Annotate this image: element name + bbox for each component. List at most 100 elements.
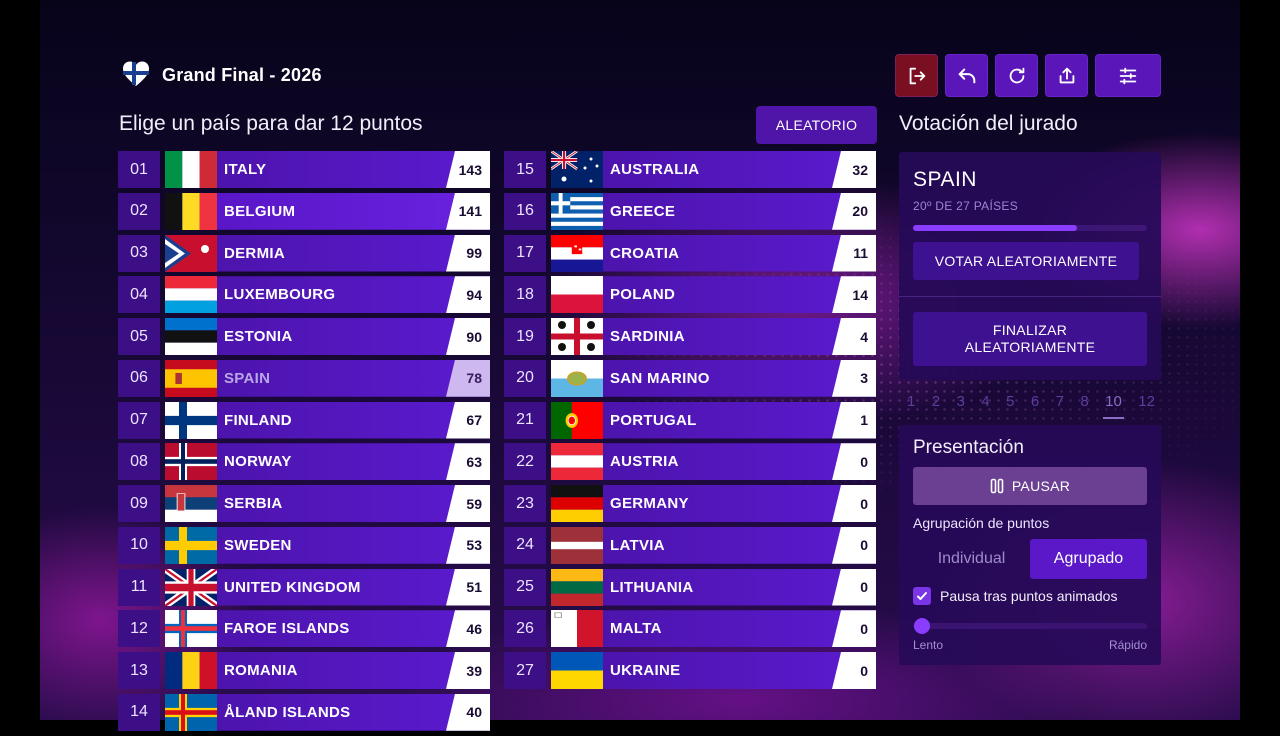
country-row-faroe[interactable]: 12 FAROE ISLANDS 46 — [118, 610, 490, 648]
flag-finland-icon — [165, 401, 217, 439]
flag-luxembourg-icon — [165, 276, 217, 314]
undo-button[interactable] — [945, 54, 988, 97]
country-rank: 20 — [504, 359, 546, 397]
pause-button[interactable]: PAUSAR — [913, 467, 1147, 505]
pause-label: PAUSAR — [1011, 478, 1071, 494]
exit-button[interactable] — [895, 54, 938, 97]
finish-randomly-label-line2: ALEATORIAMENTE — [964, 339, 1096, 355]
country-row-finland[interactable]: 07 FINLAND 67 — [118, 401, 490, 439]
country-row-italy[interactable]: 01 ITALY 143 — [118, 151, 490, 188]
reload-button[interactable] — [995, 54, 1038, 97]
flag-lithuania-icon — [551, 568, 603, 606]
pause-after-animated-row[interactable]: Pausa tras puntos animados — [913, 587, 1117, 605]
country-name: UNITED KINGDOM — [224, 578, 361, 596]
country-name: GREECE — [610, 202, 676, 220]
country-row-poland[interactable]: 18 POLAND 14 — [504, 276, 876, 314]
country-name: NORWAY — [224, 453, 292, 471]
share-button[interactable] — [1045, 54, 1088, 97]
grouping-label: Agrupación de puntos — [913, 515, 1050, 531]
divider — [899, 296, 1161, 297]
random-button[interactable]: ALEATORIO — [756, 106, 877, 144]
flag-austria-icon — [551, 443, 603, 481]
country-row-germany[interactable]: 23 GERMANY 0 — [504, 485, 876, 522]
flag-latvia-icon — [551, 526, 603, 564]
choose-country-heading: Elige un país para dar 12 puntos — [119, 112, 423, 135]
country-rank: 04 — [118, 276, 160, 314]
country-rank: 12 — [118, 610, 160, 648]
country-rank: 24 — [504, 526, 546, 564]
country-name: AUSTRALIA — [610, 161, 700, 178]
country-name: SAN MARINO — [610, 369, 710, 387]
country-row-aland[interactable]: 14 ÅLAND ISLANDS 40 — [118, 693, 490, 731]
country-row-belgium[interactable]: 02 BELGIUM 141 — [118, 192, 490, 230]
points-value-5: 5 — [1006, 393, 1015, 410]
country-name: BELGIUM — [224, 202, 296, 220]
points-scale: 1 2 3 4 5 6 7 8 10 12 — [899, 393, 1161, 419]
country-rank: 21 — [504, 401, 546, 439]
points-value-8: 8 — [1080, 393, 1089, 410]
country-name: UKRAINE — [610, 662, 681, 679]
country-rank: 23 — [504, 485, 546, 522]
presentation-panel: Presentación PAUSAR Agrupación de puntos… — [899, 425, 1161, 665]
country-rank: 02 — [118, 192, 160, 230]
jury-vote-heading: Votación del jurado — [899, 112, 1078, 135]
country-row-estonia[interactable]: 05 ESTONIA 90 — [118, 318, 490, 355]
country-row-romania[interactable]: 13 ROMANIA 39 — [118, 652, 490, 689]
settings-button[interactable] — [1095, 54, 1161, 97]
country-row-austria[interactable]: 22 AUSTRIA 0 — [504, 443, 876, 481]
points-value-7: 7 — [1055, 393, 1064, 410]
country-name: MALTA — [610, 620, 662, 638]
country-rank: 17 — [504, 234, 546, 272]
points-value-10: 10 — [1103, 393, 1124, 419]
country-row-spain[interactable]: 06 SPAIN 78 — [118, 359, 490, 397]
voting-country: SPAIN — [913, 168, 977, 191]
country-row-portugal[interactable]: 21 PORTUGAL 1 — [504, 401, 876, 439]
country-name: FAROE ISLANDS — [224, 620, 350, 638]
country-rank: 03 — [118, 234, 160, 272]
undo-icon — [958, 68, 975, 83]
country-row-serbia[interactable]: 09 SERBIA 59 — [118, 485, 490, 522]
flag-poland-icon — [551, 276, 603, 314]
individual-option[interactable]: Individual — [913, 539, 1030, 579]
country-row-ukraine[interactable]: 27 UKRAINE 0 — [504, 652, 876, 689]
speed-slider-handle[interactable] — [914, 618, 931, 634]
flag-uk-icon — [165, 568, 217, 606]
country-name: SWEDEN — [224, 536, 292, 554]
country-row-sweden[interactable]: 10 SWEDEN 53 — [118, 526, 490, 564]
points-value-12: 12 — [1138, 393, 1155, 410]
flag-sanmarino-icon — [551, 359, 603, 397]
country-row-greece[interactable]: 16 GREECE 20 — [504, 192, 876, 230]
country-name: SARDINIA — [610, 328, 685, 345]
flag-aland-icon — [165, 693, 217, 731]
country-row-sanmarino[interactable]: 20 SAN MARINO 3 — [504, 359, 876, 397]
country-row-latvia[interactable]: 24 LATVIA 0 — [504, 526, 876, 564]
country-row-uk[interactable]: 11 UNITED KINGDOM 51 — [118, 568, 490, 606]
country-row-lithuania[interactable]: 25 LITHUANIA 0 — [504, 568, 876, 606]
country-name: ITALY — [224, 161, 267, 178]
country-rank: 25 — [504, 568, 546, 606]
flag-australia-icon — [551, 151, 603, 188]
country-name: GERMANY — [610, 495, 689, 512]
pause-after-checkbox[interactable] — [913, 587, 931, 605]
speed-slider[interactable] — [913, 618, 1147, 634]
speed-slow-label: Lento — [913, 638, 944, 652]
exit-icon — [909, 67, 925, 84]
flag-malta-icon — [551, 610, 603, 648]
check-icon — [917, 592, 927, 600]
flag-spain-icon — [165, 359, 217, 397]
country-row-croatia[interactable]: 17 CROATIA 11 — [504, 234, 876, 272]
country-name: LITHUANIA — [610, 578, 694, 596]
vote-randomly-button[interactable]: VOTAR ALEATORIAMENTE — [913, 242, 1139, 280]
country-row-luxembourg[interactable]: 04 LUXEMBOURG 94 — [118, 276, 490, 314]
sliders-icon — [1119, 67, 1137, 84]
country-row-dermia[interactable]: 03 DERMIA 99 — [118, 234, 490, 272]
country-row-norway[interactable]: 08 NORWAY 63 — [118, 443, 490, 481]
flag-greece-icon — [551, 192, 603, 230]
country-row-sardinia[interactable]: 19 SARDINIA 4 — [504, 318, 876, 355]
country-row-malta[interactable]: 26 MALTA 0 — [504, 610, 876, 648]
finish-randomly-button[interactable]: FINALIZAR ALEATORIAMENTE — [913, 312, 1147, 366]
flag-sweden-icon — [165, 526, 217, 564]
country-row-australia[interactable]: 15 AUSTRALIA 32 — [504, 151, 876, 188]
jury-panel: SPAIN 20º DE 27 PAÍSES VOTAR ALEATORIAME… — [899, 152, 1161, 380]
grouped-option[interactable]: Agrupado — [1030, 539, 1147, 579]
